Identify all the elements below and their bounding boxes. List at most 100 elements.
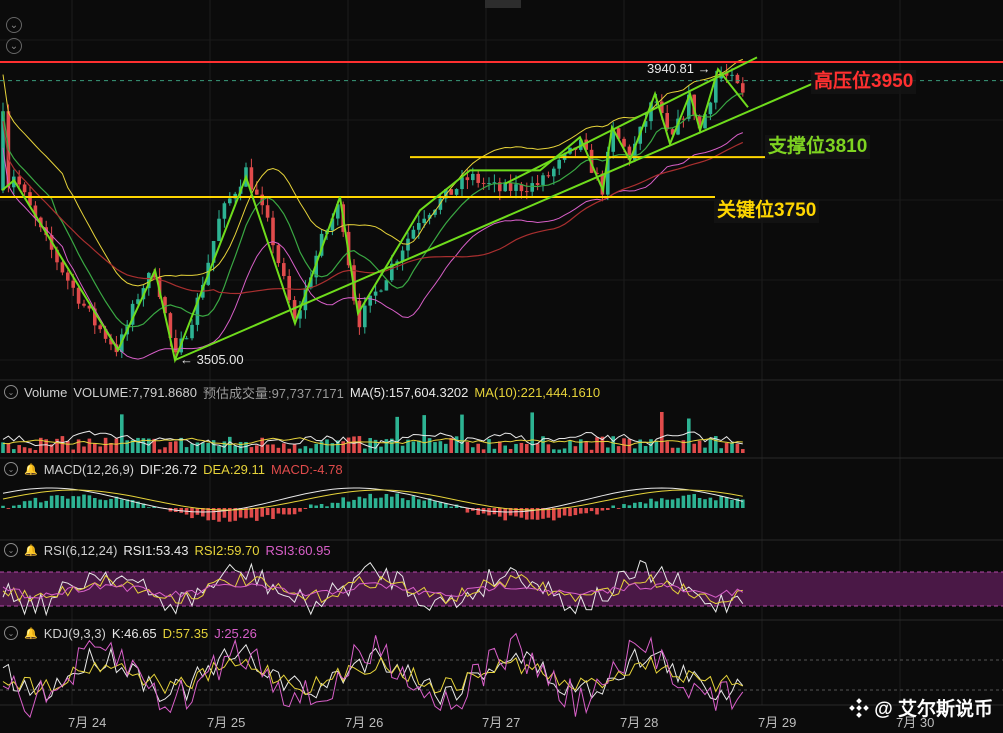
macd-bar [400,498,405,508]
bollinger-upper-line [2,58,743,287]
volume-bar [454,436,459,453]
volume-bar [217,445,221,453]
volume-bar [109,443,113,453]
collapse-button[interactable]: ⌄ [6,17,22,33]
macd-bar [336,502,340,508]
volume-bar [546,444,551,453]
volume-label: Volume [24,384,68,400]
expand-button[interactable]: ⌄ [6,38,22,54]
volume-bar [287,448,291,453]
macd-bar [276,508,281,514]
macd-bar [687,494,691,508]
macd-bar [28,500,32,508]
macd-bar [6,508,11,509]
toolbar-strip[interactable] [485,0,521,8]
volume-bar [28,448,32,453]
x-tick: 7月 26 [345,715,384,730]
macd-bar [44,500,48,508]
macd-bar [314,505,318,508]
volume-bar [471,447,475,453]
macd-bar [476,508,480,515]
watermark: @ 艾尔斯说币 [849,694,993,721]
x-tick: 7月 28 [620,715,659,730]
kdj-alert-icon[interactable]: 🔔 [24,627,38,640]
rsi-label: RSI(6,12,24) [43,542,118,558]
candle-body [373,291,378,296]
macd-bar [665,499,669,508]
candle-body [249,167,254,190]
macd-bar [109,498,113,508]
volume-bar [55,438,59,453]
macd-bar [271,508,275,519]
rsi-1: RSI1:53.43 [123,542,189,558]
volume-bar [325,439,329,453]
volume-bar [649,439,653,453]
macd-bar [60,496,65,508]
candle-body [454,189,459,195]
candle-body [525,191,529,193]
volume-bar [211,440,216,453]
rsi-toggle-icon[interactable]: ⌄ [4,543,18,557]
macd-bar [417,499,421,508]
volume-bar [514,443,518,453]
macd-bar [487,508,491,516]
kdj-k: K:46.65 [111,625,157,641]
support-label: 支撑位3810 [765,135,871,159]
volume-bar [703,447,707,453]
kdj-label: KDJ(9,3,3) [43,625,106,641]
macd-bar [93,498,97,508]
macd-bar [49,495,54,508]
volume-bar [201,442,205,453]
volume-bar [60,436,65,453]
macd-bar [346,501,351,508]
macd-bar [557,508,561,518]
macd-bar [282,508,286,515]
macd-bar [681,495,686,508]
volume-bar [519,442,524,453]
low-price-value: 3505.00 [196,352,244,367]
macd-alert-icon[interactable]: 🔔 [24,463,38,476]
volume-bar [125,440,129,453]
macd-bar [114,496,119,508]
rsi-band [0,572,1003,606]
macd-bar [368,493,372,508]
volume-bar [12,449,16,453]
high-price-label: 3940.81 → [647,61,711,76]
macd-bar [352,499,356,508]
candle-body [530,183,534,192]
kdj-toggle-icon[interactable]: ⌄ [4,626,18,640]
candle-body [82,303,86,306]
macd-bar [654,501,659,508]
macd-bar [714,500,718,508]
volume-bar [492,448,497,453]
volume-header: ⌄ Volume VOLUME:7,791.8680 预估成交量:97,737.… [4,383,600,401]
volume-bar [568,440,572,453]
volume-bar [654,441,659,453]
rsi-alert-icon[interactable]: 🔔 [24,544,38,557]
macd-bar [584,508,588,514]
macd-bar [206,508,210,521]
candle-body [287,276,291,301]
volume-bar [481,449,486,453]
volume-bar [6,443,11,453]
volume-bar [573,446,578,453]
volume-estimate: 预估成交量:97,737.7171 [202,385,344,401]
macd-bar [395,493,399,508]
candle-body [730,74,734,76]
volume-bar [579,439,583,453]
candle-body [368,295,372,306]
macd-bar [568,508,572,517]
candle-body [557,159,561,169]
candle-body [665,113,669,130]
macd-bar [676,498,680,508]
macd-bar [724,497,729,508]
x-tick: 7月 27 [482,715,521,730]
macd-toggle-icon[interactable]: ⌄ [4,462,18,476]
chart-stage: ⌄ ⌄ 3940.81 → ← 3505.00 高压位3950 支撑位3810 … [0,0,1003,733]
volume-bar [438,441,443,453]
volume-toggle-icon[interactable]: ⌄ [4,385,18,399]
ma-long-line [2,121,744,295]
macd-bar [670,499,675,508]
candle-body [514,184,518,191]
macd-bar [1,505,5,508]
